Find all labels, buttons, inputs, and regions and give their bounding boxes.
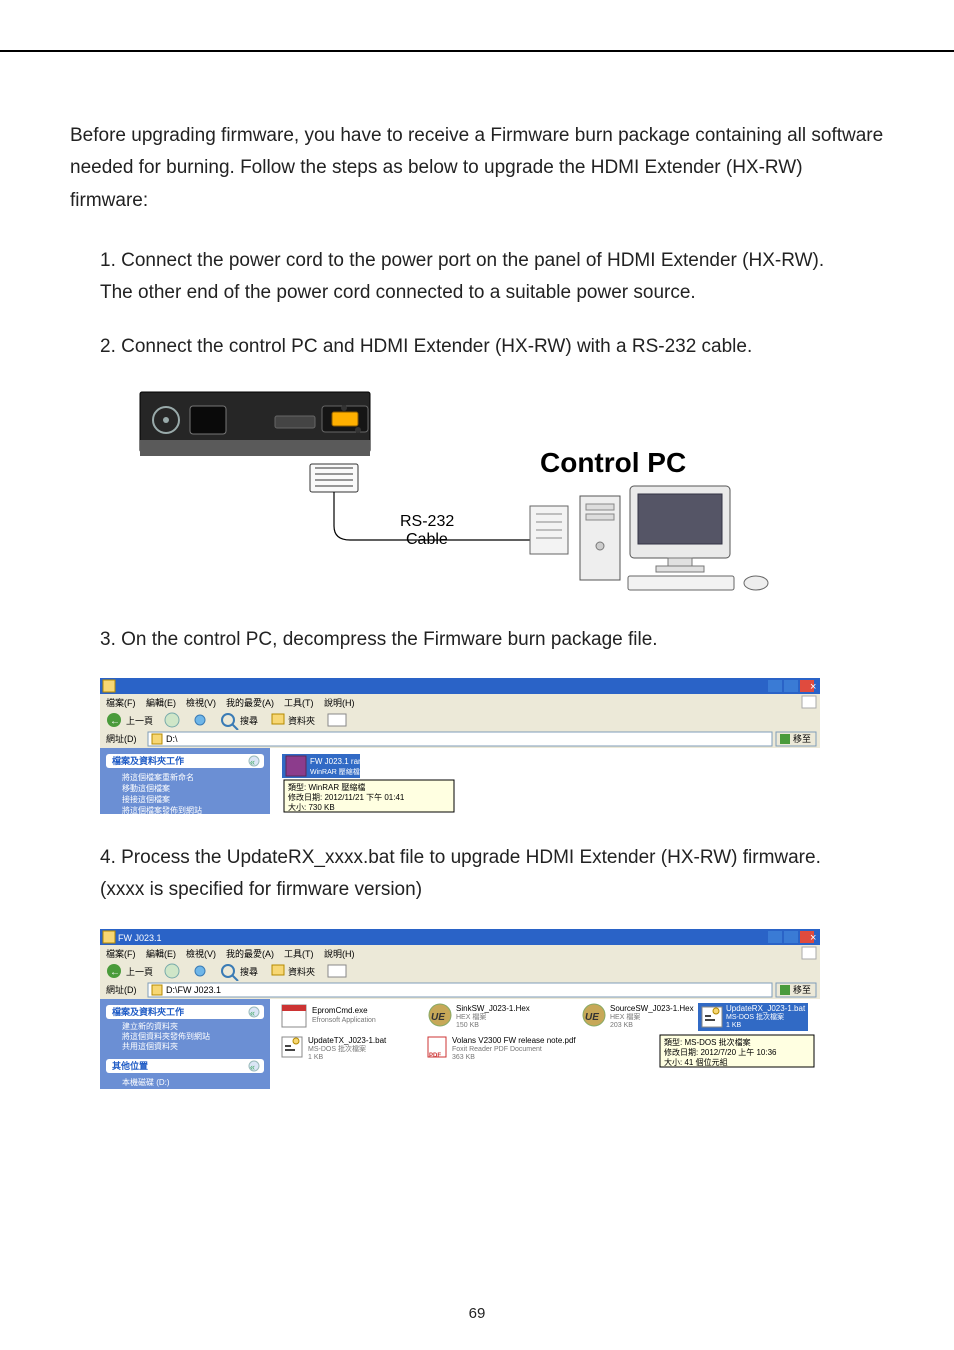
screenshot-explorer-2: × FW J023.1 檔案(F) 編輯(E) 檢視(V) 我的最愛(A) 工具… bbox=[100, 929, 884, 1089]
step-3-line: 3. On the control PC, decompress the Fir… bbox=[100, 624, 884, 656]
tooltip-date: 修改日期: 2012/11/21 下午 01:41 bbox=[288, 792, 405, 802]
sidebar-item-1: 將這個檔案重新命名 bbox=[122, 772, 194, 782]
svg-text:Foxit Reader PDF Document: Foxit Reader PDF Document bbox=[452, 1046, 542, 1053]
svg-text:Volans V2300 FW release note.p: Volans V2300 FW release note.pdf bbox=[452, 1036, 576, 1045]
toolbar-search: 搜尋 bbox=[240, 715, 258, 726]
step-4-line-2: (xxxx is specified for firmware version) bbox=[100, 874, 884, 906]
sidebar-item-2: 移動這個檔案 bbox=[122, 783, 170, 793]
svg-text:150 KB: 150 KB bbox=[456, 1022, 479, 1029]
menu-tools: 工具(T) bbox=[284, 698, 314, 708]
step-1-line-1: 1. Connect the power cord to the power p… bbox=[100, 245, 884, 277]
svg-text:修改日期: 2012/7/20 上午 10:36: 修改日期: 2012/7/20 上午 10:36 bbox=[664, 1047, 777, 1057]
svg-text:←: ← bbox=[110, 716, 120, 727]
svg-text:MS-DOS 批次檔案: MS-DOS 批次檔案 bbox=[726, 1012, 784, 1021]
menu-file: 檔案(F) bbox=[106, 697, 136, 708]
address-label: 網址(D) bbox=[106, 733, 137, 744]
step-3: 3. On the control PC, decompress the Fir… bbox=[70, 624, 884, 656]
svg-text:本機磁碟 (D:): 本機磁碟 (D:) bbox=[122, 1077, 170, 1087]
step-1: 1. Connect the power cord to the power p… bbox=[70, 245, 884, 310]
svg-text:363 KB: 363 KB bbox=[452, 1054, 475, 1061]
svg-text:檔案及資料夾工作: 檔案及資料夾工作 bbox=[112, 1006, 184, 1017]
sidebar-item-4: 將這個檔案發佈到網站 bbox=[122, 805, 202, 814]
svg-text:將這個資料夾發佈到網站: 將這個資料夾發佈到網站 bbox=[122, 1031, 210, 1041]
screenshot-explorer-1: × 檔案(F) 編輯(E) 檢視(V) 我的最愛(A) 工具(T) 說明(H) … bbox=[100, 678, 884, 814]
svg-text:移至: 移至 bbox=[793, 984, 811, 995]
svg-text:1 KB: 1 KB bbox=[308, 1054, 324, 1061]
step-1-line-2: The other end of the power cord connecte… bbox=[100, 277, 884, 309]
connection-diagram: RS-232 Cable Control PC bbox=[100, 386, 884, 596]
svg-text:203 KB: 203 KB bbox=[610, 1022, 633, 1029]
svg-text:類型: MS-DOS 批次檔案: 類型: MS-DOS 批次檔案 bbox=[664, 1037, 751, 1047]
tooltip-type: 類型: WinRAR 壓縮檔 bbox=[288, 782, 365, 792]
svg-text:«: « bbox=[250, 1062, 255, 1072]
svg-text:PDF: PDF bbox=[429, 1053, 441, 1059]
svg-text:1 KB: 1 KB bbox=[726, 1022, 742, 1029]
svg-text:←: ← bbox=[110, 967, 120, 978]
sidebar-header: 檔案及資料夾工作 bbox=[112, 755, 184, 766]
svg-text:EpromCmd.exe: EpromCmd.exe bbox=[312, 1006, 368, 1015]
menu-view: 檢視(V) bbox=[186, 697, 216, 708]
svg-text:UE: UE bbox=[431, 1012, 445, 1023]
step-4-line-1: 4. Process the UpdateRX_xxxx.bat file to… bbox=[100, 842, 884, 874]
svg-text:HEX 檔案: HEX 檔案 bbox=[610, 1012, 640, 1021]
step-2: 2. Connect the control PC and HDMI Exten… bbox=[70, 331, 884, 363]
svg-text:×: × bbox=[810, 932, 816, 944]
underscore-mark: _ bbox=[473, 30, 482, 57]
svg-text:搜尋: 搜尋 bbox=[240, 966, 258, 977]
toolbar-folders: 資料夾 bbox=[288, 715, 315, 726]
go-btn: 移至 bbox=[793, 733, 811, 744]
svg-text:«: « bbox=[250, 1008, 255, 1018]
step-2-line: 2. Connect the control PC and HDMI Exten… bbox=[100, 331, 884, 363]
menu-help: 說明(H) bbox=[324, 697, 355, 708]
svg-text:×: × bbox=[810, 681, 816, 693]
address-value: D:\ bbox=[166, 734, 178, 744]
file-type: WinRAR 壓縮檔 bbox=[310, 767, 360, 776]
svg-text:建立新的資料夾: 建立新的資料夾 bbox=[122, 1021, 178, 1031]
svg-text:D:\FW J023.1: D:\FW J023.1 bbox=[166, 985, 221, 995]
svg-text:上一頁: 上一頁 bbox=[126, 967, 153, 977]
svg-text:UE: UE bbox=[585, 1012, 599, 1023]
svg-text:HEX 檔案: HEX 檔案 bbox=[456, 1012, 486, 1021]
svg-text:工具(T): 工具(T) bbox=[284, 949, 314, 959]
svg-text:檔案(F): 檔案(F) bbox=[106, 948, 136, 959]
window-title: FW J023.1 bbox=[118, 933, 162, 943]
svg-text:UpdateTX_J023-1.bat: UpdateTX_J023-1.bat bbox=[308, 1036, 387, 1045]
sidebar-item-3: 接接這個檔案 bbox=[122, 794, 170, 804]
top-border bbox=[0, 50, 954, 52]
step-4: 4. Process the UpdateRX_xxxx.bat file to… bbox=[70, 842, 884, 907]
menu-edit: 編輯(E) bbox=[146, 697, 176, 708]
rs232-label-1: RS-232 bbox=[400, 513, 454, 530]
svg-text:大小: 41 個位元組: 大小: 41 個位元組 bbox=[664, 1057, 728, 1067]
menu-fav: 我的最愛(A) bbox=[226, 697, 274, 708]
svg-text:我的最愛(A): 我的最愛(A) bbox=[226, 948, 274, 959]
svg-text:MS-DOS 批次檔案: MS-DOS 批次檔案 bbox=[308, 1044, 366, 1053]
svg-text:SinkSW_J023-1.Hex: SinkSW_J023-1.Hex bbox=[456, 1004, 530, 1013]
svg-text:資料夾: 資料夾 bbox=[288, 966, 315, 977]
svg-text:其他位置: 其他位置 bbox=[112, 1060, 148, 1071]
file-name: FW J023.1 rar bbox=[310, 757, 361, 766]
svg-text:共用這個資料夾: 共用這個資料夾 bbox=[122, 1041, 178, 1051]
intro-paragraph: Before upgrading firmware, you have to r… bbox=[70, 120, 884, 217]
control-pc-label: Control PC bbox=[540, 447, 686, 478]
svg-text:Efronsoft Application: Efronsoft Application bbox=[312, 1017, 376, 1024]
svg-text:«: « bbox=[250, 757, 255, 767]
svg-text:檢視(V): 檢視(V) bbox=[186, 948, 216, 959]
tooltip-size: 大小: 730 KB bbox=[288, 802, 335, 812]
svg-text:UpdateRX_J023-1.bat: UpdateRX_J023-1.bat bbox=[726, 1004, 806, 1013]
svg-text:SourceSW_J023-1.Hex: SourceSW_J023-1.Hex bbox=[610, 1004, 694, 1013]
rs232-label-2: Cable bbox=[406, 531, 448, 548]
svg-text:說明(H): 說明(H) bbox=[324, 948, 355, 959]
svg-text:網址(D): 網址(D) bbox=[106, 984, 137, 995]
page-number: 69 bbox=[0, 1301, 954, 1327]
svg-text:編輯(E): 編輯(E) bbox=[146, 948, 176, 959]
toolbar-back: 上一頁 bbox=[126, 716, 153, 726]
